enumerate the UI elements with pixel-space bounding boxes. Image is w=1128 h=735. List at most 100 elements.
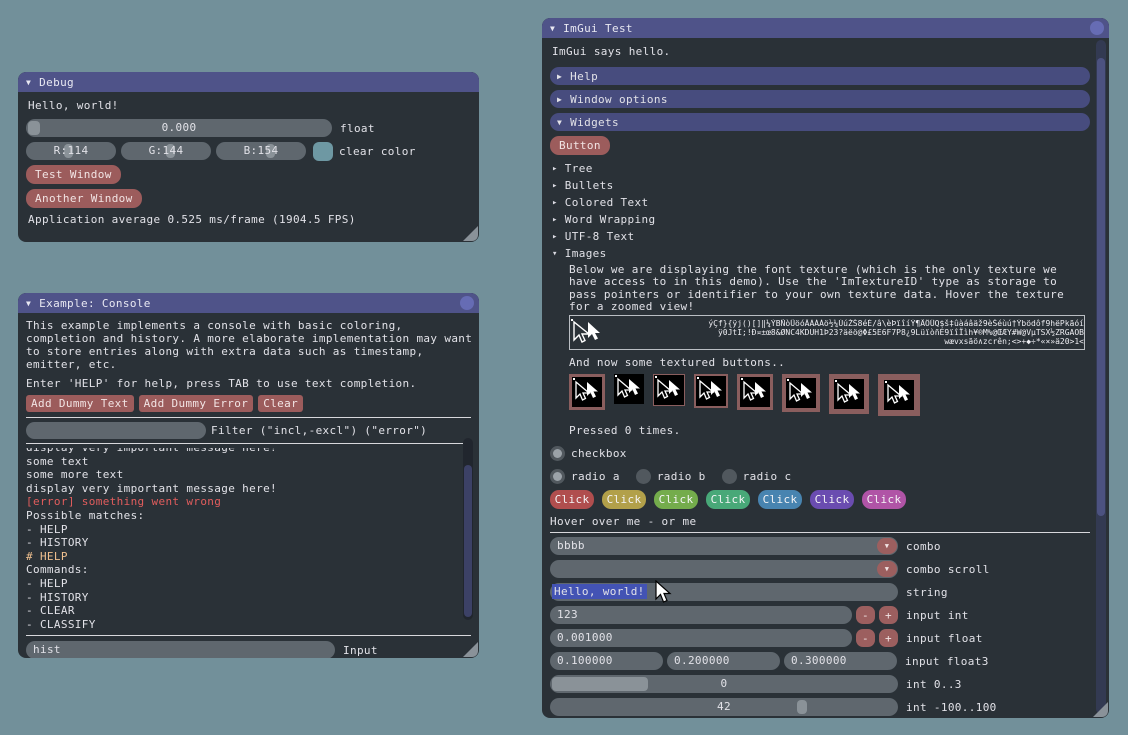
imgui-titlebar[interactable]: ▼ ImGui Test: [542, 18, 1109, 38]
radio-c[interactable]: [722, 469, 737, 484]
console-log[interactable]: display very important message here! som…: [26, 448, 462, 631]
float-slider-value: 0.000: [26, 121, 332, 134]
decrement-button[interactable]: -: [856, 629, 875, 647]
chevron-down-icon[interactable]: ▼: [877, 538, 897, 554]
tree-node-word-wrapping[interactable]: ▸ Word Wrapping: [550, 211, 1082, 228]
collapse-icon: ▼: [557, 118, 562, 127]
window-scrollbar-grab[interactable]: [1097, 58, 1105, 516]
button-widget[interactable]: Button: [550, 136, 610, 155]
collapse-icon[interactable]: ▼: [550, 24, 555, 33]
click-button-purple[interactable]: Click: [810, 490, 854, 509]
tree-node-images[interactable]: ▾ Images: [550, 245, 1082, 262]
slider-int-100-label: int -100..100: [906, 701, 997, 714]
click-button-red[interactable]: Click: [550, 490, 594, 509]
close-button[interactable]: [1090, 21, 1104, 35]
input-float3-x-value: 0.100000: [557, 654, 613, 667]
radio-a[interactable]: [550, 469, 565, 484]
click-button-blue[interactable]: Click: [758, 490, 802, 509]
slider-int-0-3-label: int 0..3: [906, 678, 962, 691]
filter-label: Filter ("incl,-excl") ("error"): [211, 424, 427, 437]
close-button[interactable]: [460, 296, 474, 310]
tree-node-bullets[interactable]: ▸ Bullets: [550, 177, 1082, 194]
input-float-label: input float: [906, 632, 983, 645]
imgui-content: ImGui says hello. ▶ Help ▶ Window option…: [542, 38, 1109, 718]
string-input[interactable]: Hello, world!: [550, 583, 898, 601]
filter-input[interactable]: [26, 422, 206, 439]
log-line: - CLASSIFY: [26, 618, 462, 631]
header-help[interactable]: ▶ Help: [550, 67, 1090, 85]
add-dummy-text-button[interactable]: Add Dummy Text: [26, 395, 134, 412]
increment-button[interactable]: +: [879, 629, 898, 647]
combo-scroll[interactable]: ▼: [550, 560, 898, 578]
textured-button[interactable]: [614, 374, 644, 404]
textured-button[interactable]: [737, 374, 773, 410]
tree-node-tree[interactable]: ▸ Tree: [550, 160, 1082, 177]
window-scrollbar[interactable]: [1096, 40, 1106, 714]
log-scrollbar[interactable]: [463, 438, 473, 620]
tree-node-label: Bullets: [565, 179, 614, 192]
input-float[interactable]: 0.001000: [550, 629, 852, 647]
test-window-button[interactable]: Test Window: [26, 165, 121, 184]
chevron-down-icon[interactable]: ▼: [877, 561, 897, 577]
input-float3-y-value: 0.200000: [674, 654, 730, 667]
font-texture-image[interactable]: ýÇf}{ÿj()[]‖¼ÝBÑòÛöóÂÀÁÀö½¼ÙúŽŠ8éÉ/â\èÞï…: [569, 315, 1085, 350]
input-int[interactable]: 123: [550, 606, 852, 624]
collapse-icon[interactable]: ▼: [26, 78, 31, 87]
textured-button[interactable]: [829, 374, 869, 414]
expand-icon: ▶: [557, 95, 562, 104]
clear-color-swatch[interactable]: [313, 142, 333, 161]
debug-titlebar[interactable]: ▼ Debug: [18, 72, 479, 92]
combo[interactable]: bbbb ▼: [550, 537, 898, 555]
click-button-teal[interactable]: Click: [706, 490, 750, 509]
color-field-b-value: B:154: [216, 144, 306, 157]
color-field-b[interactable]: B:154: [216, 142, 306, 160]
input-float-value: 0.001000: [557, 631, 613, 644]
combo-label: combo: [906, 540, 941, 553]
textured-button[interactable]: [782, 374, 820, 412]
float-slider[interactable]: 0.000: [26, 119, 332, 137]
input-float3-z[interactable]: 0.300000: [784, 652, 897, 670]
clear-button[interactable]: Clear: [258, 395, 303, 412]
input-float3-z-value: 0.300000: [791, 654, 847, 667]
tree-closed-icon: ▸: [552, 232, 558, 242]
tree-node-colored-text[interactable]: ▸ Colored Text: [550, 194, 1082, 211]
header-window-options-label: Window options: [570, 93, 668, 106]
add-dummy-error-button[interactable]: Add Dummy Error: [139, 395, 254, 412]
click-button-green[interactable]: Click: [654, 490, 698, 509]
combo-value: bbbb: [557, 539, 585, 552]
header-window-options[interactable]: ▶ Window options: [550, 90, 1090, 108]
click-button-magenta[interactable]: Click: [862, 490, 906, 509]
color-field-r[interactable]: R:114: [26, 142, 116, 160]
checkbox-label: checkbox: [571, 447, 627, 460]
another-window-button[interactable]: Another Window: [26, 189, 142, 208]
checkbox[interactable]: [550, 446, 565, 461]
input-float3-y[interactable]: 0.200000: [667, 652, 780, 670]
input-float3-x[interactable]: 0.100000: [550, 652, 663, 670]
color-field-g-value: G:144: [121, 144, 211, 157]
log-line: display very important message here!: [26, 448, 462, 455]
font-texture-glyphs: ýÇf}{ÿj()[]‖¼ÝBÑòÛöóÂÀÁÀö½¼ÙúŽŠ8éÉ/â\èÞï…: [604, 319, 1084, 346]
tree-node-label: Word Wrapping: [565, 213, 656, 226]
color-field-g[interactable]: G:144: [121, 142, 211, 160]
slider-int-100[interactable]: 42: [550, 698, 898, 716]
click-button-olive[interactable]: Click: [602, 490, 646, 509]
console-window: ▼ Example: Console This example implemen…: [18, 293, 479, 658]
increment-button[interactable]: +: [879, 606, 898, 624]
textured-button[interactable]: [694, 374, 728, 408]
radio-b[interactable]: [636, 469, 651, 484]
log-scrollbar-grab[interactable]: [464, 465, 472, 617]
textured-button[interactable]: [569, 374, 605, 410]
slider-int-0-3[interactable]: 0: [550, 675, 898, 693]
collapse-icon[interactable]: ▼: [26, 299, 31, 308]
textured-button[interactable]: [878, 374, 920, 416]
console-input[interactable]: hist: [26, 641, 335, 658]
resize-grip[interactable]: [463, 226, 478, 241]
decrement-button[interactable]: -: [856, 606, 875, 624]
resize-grip[interactable]: [463, 642, 478, 657]
resize-grip[interactable]: [1093, 702, 1108, 717]
log-line: - HISTORY: [26, 591, 462, 605]
tree-node-utf8-text[interactable]: ▸ UTF-8 Text: [550, 228, 1082, 245]
console-titlebar[interactable]: ▼ Example: Console: [18, 293, 479, 313]
textured-button[interactable]: [653, 374, 685, 406]
header-widgets[interactable]: ▼ Widgets: [550, 113, 1090, 131]
